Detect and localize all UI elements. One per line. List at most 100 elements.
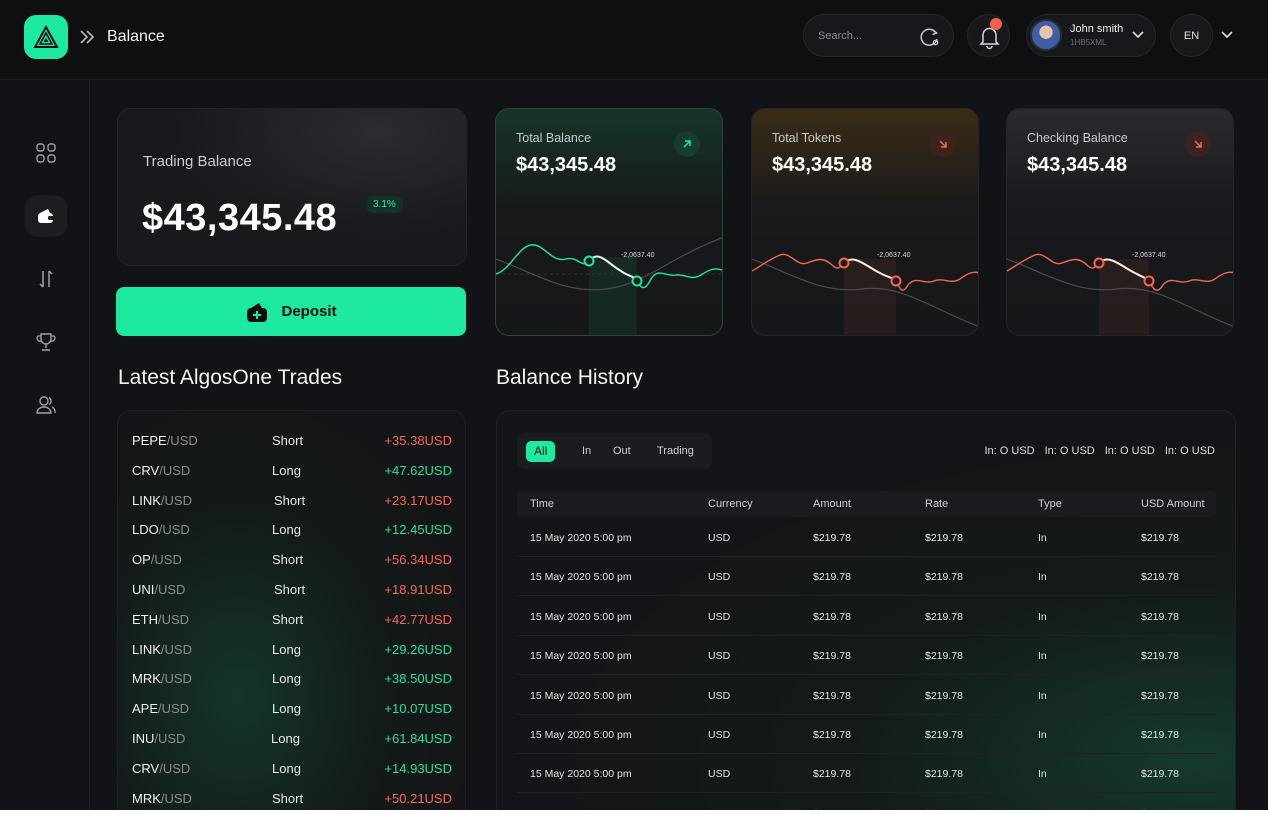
trade-pair: UNI/USD: [132, 582, 185, 597]
table-cell: In: [1038, 729, 1047, 741]
trade-row[interactable]: INU/USD Long +61.84USD: [118, 723, 465, 753]
chevron-double-right-icon[interactable]: [78, 27, 96, 47]
table-row[interactable]: 15 May 2020 5:00 pmUSD$219.78$219.78In$2…: [517, 518, 1216, 557]
chevron-down-icon[interactable]: [1220, 30, 1234, 40]
sparkline-chart: -2,0637.40: [1007, 252, 1233, 335]
wallet-icon: [38, 209, 54, 223]
wallet-plus-icon: [247, 302, 268, 322]
table-cell: $219.78: [1141, 650, 1179, 663]
trade-base: CRV: [132, 462, 160, 478]
trade-side: Short: [272, 611, 304, 627]
table-cell: In: [1038, 650, 1047, 663]
trade-base: UNI: [132, 582, 155, 597]
column-header[interactable]: USD Amount: [1141, 498, 1205, 510]
table-cell: 15 May 2020 5:00 pm: [530, 689, 632, 702]
sidebar-item-transfers[interactable]: [25, 258, 67, 300]
trade-row[interactable]: LINK/USD Long +29.26USD: [118, 634, 465, 664]
stat-value: $43,345.48: [772, 154, 873, 176]
table-cell: $219.78: [1141, 729, 1179, 741]
table-cell: $219.78: [925, 650, 963, 663]
deposit-button[interactable]: Deposit: [116, 287, 466, 336]
trade-row[interactable]: MRK/USD Long +38.50USD: [118, 663, 465, 693]
table-row[interactable]: 15 May 2020 5:00 pmUSD$219.78$219.78In$2…: [517, 636, 1216, 676]
trading-balance-card: Trading Balance $43,345.48 3.1%: [117, 108, 467, 266]
trade-base: LINK: [132, 492, 161, 508]
trade-pnl: +56.34USD: [384, 552, 452, 568]
column-header[interactable]: Time: [530, 498, 554, 510]
balance-history-panel: All In Out Trading In: O USD In: O USD I…: [496, 410, 1236, 810]
trade-side: Short: [272, 552, 304, 568]
table-row[interactable]: 15 May 2020 5:00 pmUSD$219.78$219.78In$2…: [517, 676, 1216, 715]
avatar[interactable]: [1030, 19, 1062, 51]
sidebar-item-achievements[interactable]: [25, 321, 67, 363]
table-cell: $219.78: [813, 571, 851, 584]
trade-pair: ETH/USD: [132, 612, 189, 627]
trade-row[interactable]: CRV/USD Long +14.93USD: [118, 753, 465, 783]
sidebar-item-wallet[interactable]: [25, 195, 67, 237]
search-input[interactable]: [818, 27, 914, 45]
column-header[interactable]: Amount: [813, 498, 851, 510]
table-row[interactable]: 15 May 2020 5:00 pmUSD$219.78$219.78In$2…: [517, 715, 1216, 754]
tab-in[interactable]: In: [574, 441, 599, 462]
sidebar: [0, 80, 90, 810]
notification-badge: [990, 18, 1002, 30]
user-name: John smith: [1070, 23, 1124, 35]
notifications-button[interactable]: [967, 14, 1010, 57]
language-selector[interactable]: EN: [1170, 14, 1213, 57]
sparkline-chart: -2,0637.40: [752, 252, 978, 335]
chart-marker-label: -2,0637.40: [1132, 252, 1166, 259]
trade-side: Long: [272, 701, 301, 717]
table-cell: 15 May 2020 5:00 pm: [530, 610, 632, 623]
trade-side: Long: [272, 522, 301, 538]
trade-quote: /USD: [159, 462, 191, 478]
trade-quote: /USD: [154, 731, 186, 746]
tab-all[interactable]: All: [526, 441, 556, 462]
trade-row[interactable]: UNI/USD Short +18.91USD: [118, 574, 465, 604]
trade-quote: /USD: [160, 641, 192, 657]
table-cell: $219.78: [813, 610, 851, 623]
trade-row[interactable]: OP/USD Short +56.34USD: [118, 544, 465, 574]
trade-row[interactable]: CRV/USD Long +47.62USD: [118, 455, 465, 485]
triangle-logo-icon: [33, 25, 59, 48]
column-header[interactable]: Type: [1038, 498, 1062, 510]
search-icon[interactable]: [919, 26, 941, 48]
trade-row[interactable]: APE/USD Long +10.07USD: [118, 693, 465, 723]
trade-pnl: +14.93USD: [384, 760, 452, 776]
trade-row[interactable]: LDO/USD Long +12.45USD: [118, 514, 465, 544]
trade-base: APE: [132, 701, 159, 717]
table-row[interactable]: 15 May 2020 5:00 pmUSD$219.78$219.78In$2…: [517, 794, 1216, 810]
trend-up-button[interactable]: [674, 131, 700, 157]
table-cell: $219.78: [925, 571, 963, 584]
trade-row[interactable]: LINK/USD Short +23.17USD: [118, 485, 465, 515]
breadcrumb: Balance: [107, 28, 165, 45]
tab-trading[interactable]: Trading: [649, 441, 702, 462]
search-box[interactable]: [803, 14, 954, 57]
trend-down-button[interactable]: [930, 131, 956, 157]
table-row[interactable]: 15 May 2020 5:00 pmUSD$219.78$219.78In$2…: [517, 754, 1216, 794]
trade-row[interactable]: MRK/USD Short +50.21USD: [118, 783, 465, 810]
trade-base: INU: [132, 731, 155, 746]
trade-pnl: +38.50USD: [384, 671, 452, 687]
sidebar-item-users[interactable]: [25, 384, 67, 426]
app-logo[interactable]: [24, 15, 68, 59]
column-header[interactable]: Rate: [925, 498, 948, 510]
table-cell: 15 May 2020 5:00 pm: [530, 729, 632, 741]
table-cell: $219.78: [813, 729, 851, 741]
chevron-down-icon[interactable]: [1131, 30, 1145, 40]
tab-out[interactable]: Out: [605, 441, 639, 462]
trade-pnl: +61.84USD: [384, 731, 452, 746]
column-header[interactable]: Currency: [708, 498, 753, 510]
sidebar-item-dashboard[interactable]: [25, 132, 67, 174]
table-cell: USD: [708, 689, 731, 702]
trade-quote: /USD: [158, 522, 190, 538]
trend-down-button[interactable]: [1185, 131, 1211, 157]
table-row[interactable]: 15 May 2020 5:00 pmUSD$219.78$219.78In$2…: [517, 557, 1216, 597]
table-row[interactable]: 15 May 2020 5:00 pmUSD$219.78$219.78In$2…: [517, 597, 1216, 636]
top-header: Balance John smith 1HB5XML EN: [0, 0, 1268, 80]
trade-row[interactable]: PEPE/USD Short +35.38USD: [118, 425, 465, 455]
table-cell: USD: [708, 532, 731, 544]
total-in: In: O USD: [1104, 445, 1155, 457]
trade-base: MRK: [132, 790, 161, 806]
table-cell: $219.78: [925, 610, 963, 623]
trade-row[interactable]: ETH/USD Short +42.77USD: [118, 604, 465, 634]
